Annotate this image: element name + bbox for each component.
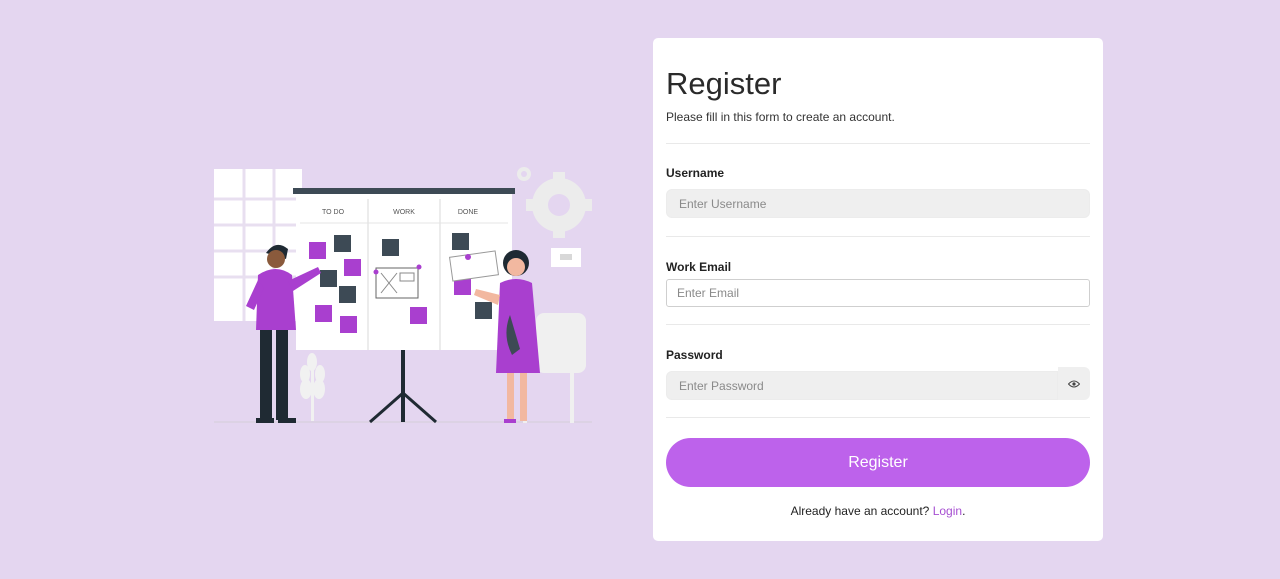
form-subtitle: Please fill in this form to create an ac… xyxy=(666,110,895,124)
divider xyxy=(666,143,1090,144)
page: TO DO WORK DONE Register Please fill in … xyxy=(0,0,1280,579)
email-input[interactable] xyxy=(666,279,1090,307)
username-label: Username xyxy=(666,166,725,180)
register-button[interactable]: Register xyxy=(666,438,1090,487)
gear-icon xyxy=(526,172,592,238)
board-column-done: DONE xyxy=(458,209,479,216)
show-password-button[interactable] xyxy=(1058,367,1090,400)
username-input[interactable] xyxy=(666,189,1090,218)
page-title: Register xyxy=(666,66,782,101)
divider xyxy=(666,417,1090,418)
password-field-group xyxy=(666,367,1090,400)
small-gear-icon xyxy=(517,167,531,181)
divider xyxy=(666,324,1090,325)
board-column-todo: TO DO xyxy=(322,209,345,216)
kanban-board: TO DO WORK DONE xyxy=(293,188,515,424)
plant-graphic xyxy=(300,353,325,421)
eye-icon xyxy=(1068,380,1080,387)
login-prompt: Already have an account? Login. xyxy=(790,504,966,518)
kanban-illustration: TO DO WORK DONE xyxy=(214,167,592,424)
board-column-work: WORK xyxy=(393,209,415,216)
login-link[interactable]: Login xyxy=(933,504,962,518)
email-label: Work Email xyxy=(666,260,732,274)
password-input[interactable] xyxy=(666,371,1058,400)
register-card: Register Please fill in this form to cre… xyxy=(653,38,1103,541)
login-prompt-text: Already have an account? xyxy=(790,504,930,518)
divider xyxy=(666,236,1090,237)
password-label: Password xyxy=(666,348,723,362)
